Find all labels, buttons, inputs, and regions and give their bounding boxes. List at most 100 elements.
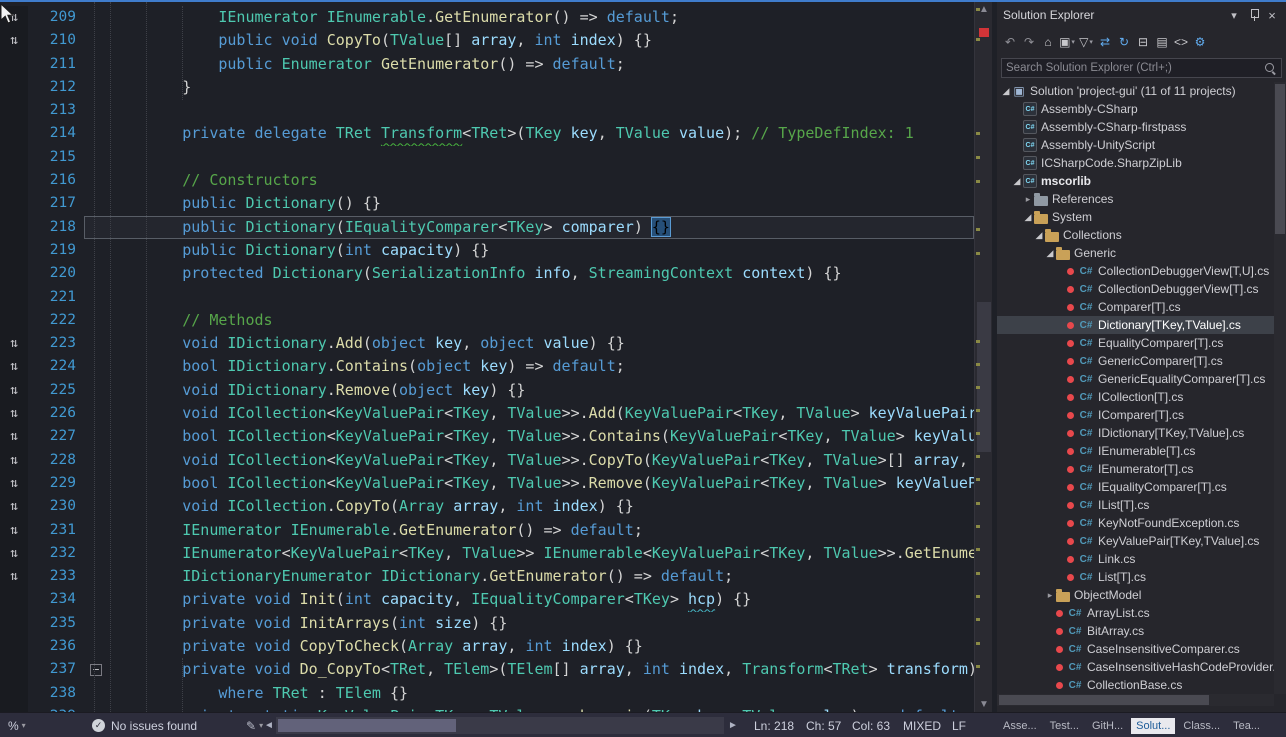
hscroll-right-icon[interactable]: ► — [726, 713, 740, 737]
line-number[interactable]: 237 — [28, 658, 84, 681]
code-text[interactable]: private delegate TRet Transform<TRet>(TK… — [110, 122, 974, 145]
tree-item[interactable]: C#ICSharpCode.SharpZipLib — [997, 154, 1274, 172]
search-icon[interactable] — [1264, 62, 1277, 75]
code-text[interactable]: public Dictionary(IEqualityComparer<TKey… — [110, 216, 974, 239]
fold-collapse-icon[interactable]: − — [90, 664, 102, 676]
implementation-updown-icon[interactable]: ⇅ — [0, 402, 28, 425]
tree-item[interactable]: C#IEnumerator[T].cs — [997, 460, 1274, 478]
code-text[interactable]: IEnumerator IEnumerable.GetEnumerator() … — [110, 6, 974, 29]
line-number[interactable]: 218 — [28, 216, 84, 239]
collapse-all-icon[interactable]: ⊟ — [1134, 32, 1152, 52]
tree-item[interactable]: ◢▣Solution 'project-gui' (11 of 11 proje… — [997, 82, 1274, 100]
line-number[interactable]: 238 — [28, 682, 84, 705]
code-text[interactable]: void ICollection.CopyTo(Array array, int… — [110, 495, 974, 518]
line-number[interactable]: 213 — [28, 99, 84, 122]
code-cleanup-button[interactable]: ✎ ▾ — [246, 713, 263, 737]
tree-item[interactable]: C#Link.cs — [997, 550, 1274, 568]
line-number[interactable]: 227 — [28, 425, 84, 448]
implementation-updown-icon[interactable]: ⇅ — [0, 29, 28, 52]
zoom-control[interactable]: % ▾ — [8, 713, 26, 737]
tree-item[interactable]: C#Assembly-CSharp — [997, 100, 1274, 118]
code-text[interactable]: bool ICollection<KeyValuePair<TKey, TVal… — [110, 425, 974, 448]
status-character[interactable]: Ch: 57 — [806, 713, 841, 737]
expander-icon[interactable]: ▸ — [1022, 194, 1034, 205]
code-text[interactable]: public Dictionary() {} — [110, 192, 974, 215]
code-text[interactable]: private void CopyToCheck(Array array, in… — [110, 635, 974, 658]
tree-item[interactable]: ▸References — [997, 190, 1274, 208]
glyph-margin[interactable] — [0, 262, 28, 285]
code-lines[interactable]: ⇅209 IEnumerator IEnumerable.GetEnumerat… — [0, 2, 974, 712]
implementation-updown-icon[interactable]: ⇅ — [0, 472, 28, 495]
line-number[interactable]: 211 — [28, 53, 84, 76]
line-number[interactable]: 224 — [28, 355, 84, 378]
window-position-icon[interactable]: ▾ — [1226, 9, 1242, 22]
tree-item[interactable]: ◢System — [997, 208, 1274, 226]
tree-item[interactable]: C#Dictionary[TKey,TValue].cs — [997, 316, 1274, 334]
tree-item[interactable]: C#KeyNotFoundException.cs — [997, 514, 1274, 532]
code-text[interactable]: void IDictionary.Add(object key, object … — [110, 332, 974, 355]
line-number[interactable]: 216 — [28, 169, 84, 192]
expander-icon[interactable]: ◢ — [1000, 86, 1012, 97]
glyph-margin[interactable] — [0, 99, 28, 122]
tool-window-tab[interactable]: Tea... — [1228, 718, 1265, 734]
tree-item[interactable]: C#CollectionDebuggerView[T,U].cs — [997, 262, 1274, 280]
editor-vertical-scrollbar[interactable]: ▲ ▼ — [974, 2, 992, 712]
tree-item[interactable]: C#KeyValuePair[TKey,TValue].cs — [997, 532, 1274, 550]
implementation-updown-icon[interactable]: ⇅ — [0, 449, 28, 472]
status-line[interactable]: Ln: 218 — [754, 713, 794, 737]
line-number[interactable]: 215 — [28, 146, 84, 169]
line-number[interactable]: 210 — [28, 29, 84, 52]
tree-item[interactable]: ◢Collections — [997, 226, 1274, 244]
tree-item[interactable]: C#CollectionDebuggerView[T].cs — [997, 280, 1274, 298]
tree-item[interactable]: C#IList[T].cs — [997, 496, 1274, 514]
code-text[interactable] — [110, 99, 974, 122]
pin-icon[interactable] — [1248, 8, 1260, 22]
glyph-margin[interactable] — [0, 239, 28, 262]
line-number[interactable]: 231 — [28, 519, 84, 542]
implementation-updown-icon[interactable]: ⇅ — [0, 519, 28, 542]
home-icon[interactable]: ⌂ — [1039, 32, 1057, 52]
code-editor[interactable]: ⇅209 IEnumerator IEnumerable.GetEnumerat… — [0, 2, 974, 712]
expander-icon[interactable]: ◢ — [1033, 230, 1045, 241]
tree-item[interactable]: C#EqualityComparer[T].cs — [997, 334, 1274, 352]
status-column[interactable]: Col: 63 — [852, 713, 890, 737]
glyph-margin[interactable] — [0, 635, 28, 658]
tree-item[interactable]: C#Assembly-CSharp-firstpass — [997, 118, 1274, 136]
glyph-margin[interactable] — [0, 588, 28, 611]
tree-vertical-scrollbar[interactable] — [1274, 82, 1286, 696]
glyph-margin[interactable] — [0, 192, 28, 215]
tree-item[interactable]: C#CollectionBase.cs — [997, 676, 1274, 694]
glyph-margin[interactable] — [0, 612, 28, 635]
code-text[interactable]: private void InitArrays(int size) {} — [110, 612, 974, 635]
code-text[interactable]: private static KeyValuePair<TKey, TValue… — [110, 705, 974, 712]
glyph-margin[interactable] — [0, 309, 28, 332]
implementation-updown-icon[interactable]: ⇅ — [0, 332, 28, 355]
glyph-margin[interactable] — [0, 122, 28, 145]
line-number[interactable]: 230 — [28, 495, 84, 518]
scrollbar-thumb[interactable] — [977, 302, 991, 452]
code-text[interactable]: void ICollection<KeyValuePair<TKey, TVal… — [110, 449, 974, 472]
show-all-files-icon[interactable]: ▤ — [1153, 32, 1171, 52]
forward-icon[interactable]: ↷ — [1020, 32, 1038, 52]
line-number[interactable]: 220 — [28, 262, 84, 285]
scroll-down-icon[interactable]: ▼ — [975, 699, 993, 710]
code-text[interactable]: where TRet : TElem {} — [110, 682, 974, 705]
code-text[interactable]: public Dictionary(int capacity) {} — [110, 239, 974, 262]
line-number[interactable]: 217 — [28, 192, 84, 215]
code-text[interactable]: bool IDictionary.Contains(object key) =>… — [110, 355, 974, 378]
switch-views-icon[interactable]: ▣▾ — [1058, 32, 1076, 52]
line-number[interactable]: 229 — [28, 472, 84, 495]
code-text[interactable]: void ICollection<KeyValuePair<TKey, TVal… — [110, 402, 974, 425]
implementation-updown-icon[interactable]: ⇅ — [0, 355, 28, 378]
tree-item[interactable]: C#BitArray.cs — [997, 622, 1274, 640]
code-text[interactable]: bool ICollection<KeyValuePair<TKey, TVal… — [110, 472, 974, 495]
expander-icon[interactable]: ◢ — [1044, 248, 1056, 259]
view-code-icon[interactable]: <> — [1172, 32, 1190, 52]
glyph-margin[interactable] — [0, 658, 28, 681]
code-text[interactable]: } — [110, 76, 974, 99]
close-icon[interactable]: × — [1264, 8, 1280, 23]
code-text[interactable] — [110, 286, 974, 309]
expander-icon[interactable]: ◢ — [1011, 176, 1023, 187]
glyph-margin[interactable] — [0, 53, 28, 76]
implementation-updown-icon[interactable]: ⇅ — [0, 542, 28, 565]
